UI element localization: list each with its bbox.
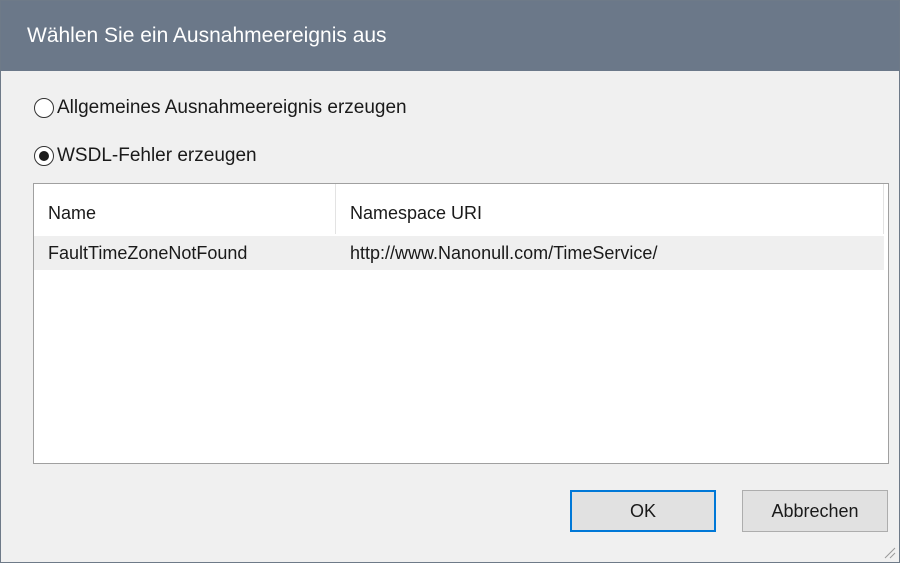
cell-fault-name[interactable]: FaultTimeZoneNotFound — [34, 236, 336, 270]
resize-grip-icon[interactable] — [882, 545, 896, 559]
radio-general-exception[interactable]: Allgemeines Ausnahmeereignis erzeugen — [34, 97, 407, 119]
faults-list[interactable]: Name Namespace URI FaultTimeZoneNotFound… — [33, 183, 889, 464]
column-header-name[interactable]: Name — [34, 184, 336, 234]
radio-selected-dot — [39, 151, 49, 161]
radio-general-icon[interactable] — [34, 98, 54, 118]
radio-wsdl-icon[interactable] — [34, 146, 54, 166]
radio-general-label[interactable]: Allgemeines Ausnahmeereignis erzeugen — [57, 97, 407, 119]
cancel-button[interactable]: Abbrechen — [742, 490, 888, 532]
ok-button[interactable]: OK — [570, 490, 716, 532]
exception-dialog: Wählen Sie ein Ausnahmeereignis aus Allg… — [0, 0, 900, 563]
list-row[interactable]: FaultTimeZoneNotFound http://www.Nanonul… — [34, 236, 884, 270]
column-header-namespace[interactable]: Namespace URI — [336, 184, 884, 234]
cell-fault-namespace[interactable]: http://www.Nanonull.com/TimeService/ — [336, 236, 884, 270]
radio-wsdl-label[interactable]: WSDL-Fehler erzeugen — [57, 145, 257, 167]
list-header: Name Namespace URI — [34, 184, 884, 234]
radio-wsdl-fault[interactable]: WSDL-Fehler erzeugen — [34, 145, 257, 167]
dialog-title: Wählen Sie ein Ausnahmeereignis aus — [1, 1, 899, 71]
